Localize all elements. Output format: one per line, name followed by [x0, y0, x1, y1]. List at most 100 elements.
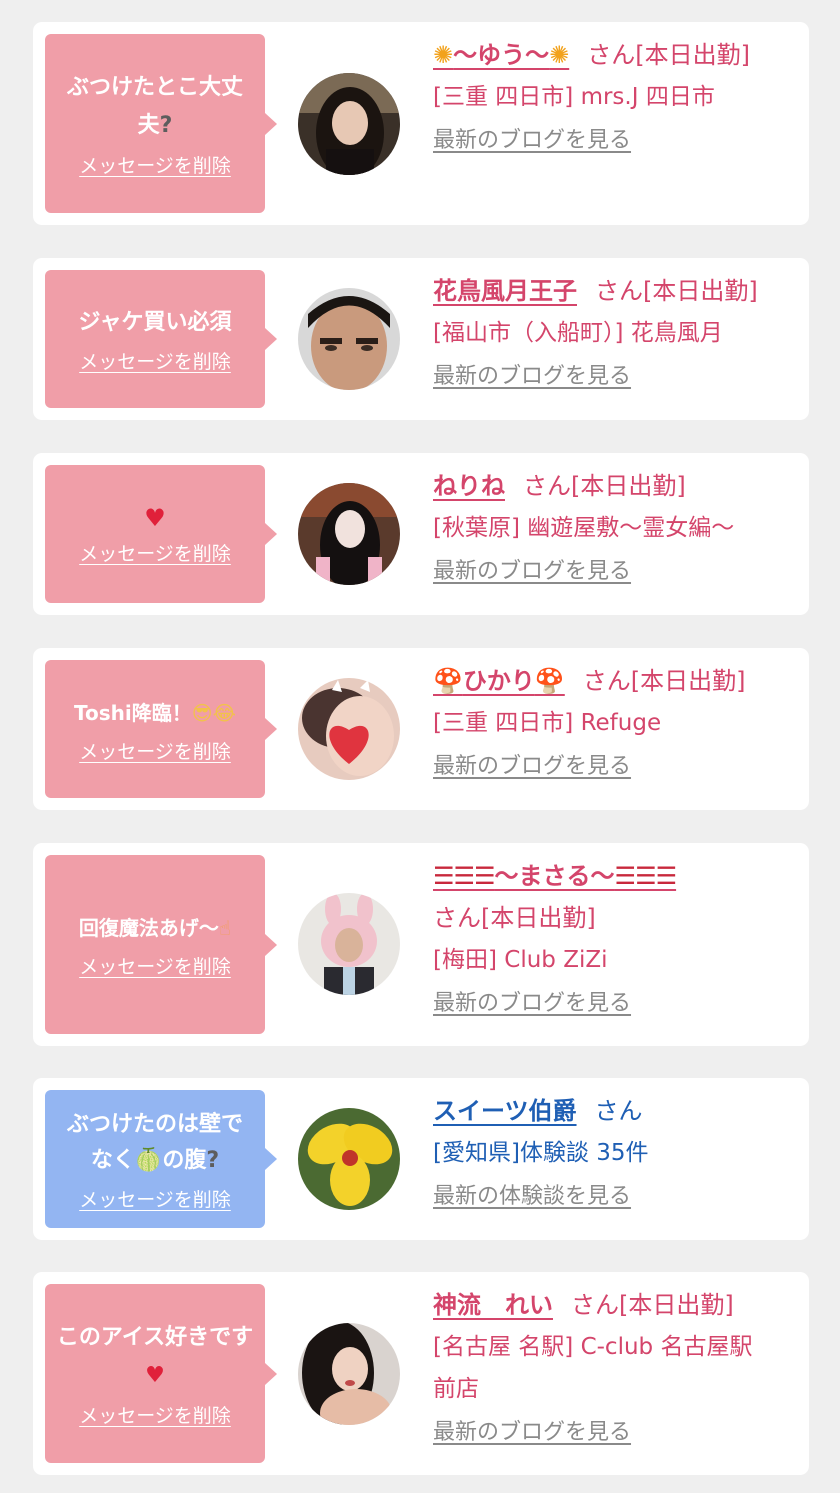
bubble-text: の腹: [162, 1147, 207, 1173]
pointing-finger-icon: ☝: [218, 916, 232, 940]
view-blog-link[interactable]: 最新のブログを見る: [433, 124, 631, 158]
message-card: 回復魔法あげ〜☝ メッセージを削除 ☰☰☰〜まさる〜☰☰☰ さん[本日出勤] […: [33, 843, 809, 1046]
avatar-image: [298, 288, 400, 390]
attendance-status: さん[本日出勤]: [582, 667, 746, 695]
name-line: 神流 れい さん[本日出勤]: [433, 1284, 803, 1326]
message-bubble: ぶつけたのは壁で なく🍈の腹? メッセージを削除: [45, 1090, 277, 1228]
avatar-image: [298, 1108, 400, 1210]
message-list: ぶつけたとこ大丈夫? メッセージを削除 ✺〜ゆう〜✺ さん[本日出勤] [三重 四…: [0, 0, 840, 1493]
message-bubble: ♥ メッセージを削除: [45, 465, 277, 603]
shop-info-continued: 前店: [433, 1376, 479, 1402]
avatar[interactable]: [298, 1323, 400, 1425]
view-blog-link[interactable]: 最新のブログを見る: [433, 750, 631, 784]
message-card: Toshi降臨！😎😂 メッセージを削除 🍄ひかり🍄 さん[本日出勤] [三重 四日…: [33, 648, 809, 810]
thai-flag-icon: ☰☰☰: [433, 862, 496, 890]
bubble-text: ぶつけたのは壁で: [66, 1111, 243, 1137]
shop-info: [名古屋 名駅] C-club 名古屋駅: [433, 1334, 753, 1360]
attendance-status: さん[本日出勤]: [571, 1291, 734, 1319]
thai-flag-icon: ☰☰☰: [614, 862, 678, 890]
bubble-text: なく: [90, 1147, 135, 1173]
bubble-message: ジャケ買い必須: [78, 309, 232, 335]
bubble-message: 回復魔法あげ〜☝: [79, 910, 231, 946]
message-bubble: 回復魔法あげ〜☝ メッセージを削除: [45, 855, 277, 1034]
delete-message-link[interactable]: メッセージを削除: [79, 151, 231, 178]
bubble-message: このアイス好きです ♥: [55, 1319, 255, 1395]
avatar[interactable]: [298, 73, 400, 175]
flower-icon: ✺: [433, 41, 454, 69]
attendance-status: さん[本日出勤]: [587, 41, 750, 69]
name-line: スイーツ伯爵 さん: [433, 1090, 803, 1132]
sender-name: 〜ゆう〜: [453, 41, 550, 69]
sender-info: 神流 れい さん[本日出勤] [名古屋 名駅] C-club 名古屋駅 前店 最新…: [433, 1284, 803, 1450]
sender-info: スイーツ伯爵 さん [愛知県]体験談 35件 最新の体験談を見る: [433, 1090, 803, 1214]
delete-message-link[interactable]: メッセージを削除: [79, 1401, 231, 1428]
avatar-image: [298, 1323, 400, 1425]
shop-info: [梅田] Club ZiZi: [433, 947, 608, 973]
shop-info: [福山市（入船町）] 花鳥風月: [433, 320, 723, 346]
bubble-message: ぶつけたのは壁で なく🍈の腹?: [67, 1107, 243, 1179]
sender-name-link[interactable]: 🍄ひかり🍄: [433, 667, 565, 695]
name-line: ☰☰☰〜まさる〜☰☰☰: [433, 855, 803, 897]
flower-icon: ✺: [549, 41, 570, 69]
delete-message-link[interactable]: メッセージを削除: [79, 952, 231, 979]
delete-message-link[interactable]: メッセージを削除: [79, 737, 231, 764]
bubble-text: Toshi降臨！: [74, 700, 192, 725]
mushroom-icon: 🍄: [534, 667, 565, 695]
shop-info: [秋葉原] 幽遊屋敷〜霊女編〜: [433, 515, 735, 541]
shop-info: [愛知県]体験談 35件: [433, 1140, 649, 1166]
sender-name-link[interactable]: スイーツ伯爵: [433, 1097, 577, 1125]
sender-name-link[interactable]: 花鳥風月王子: [433, 277, 577, 305]
delete-message-link[interactable]: メッセージを削除: [79, 1185, 231, 1212]
view-blog-link[interactable]: 最新のブログを見る: [433, 987, 631, 1021]
delete-message-link[interactable]: メッセージを削除: [79, 347, 231, 374]
sender-name: ひかり: [462, 667, 535, 695]
avatar[interactable]: [298, 678, 400, 780]
avatar[interactable]: [298, 483, 400, 585]
bubble-message: ぶつけたとこ大丈夫?: [55, 69, 255, 145]
question-mark-icon: ?: [159, 113, 173, 138]
sender-name: 〜まさる〜: [494, 862, 615, 890]
mushroom-icon: 🍄: [433, 667, 463, 695]
avatar-image: [298, 483, 400, 585]
shop-info: [三重 四日市] Refuge: [433, 710, 662, 736]
attendance-status: さん[本日出勤]: [523, 472, 686, 500]
message-card: このアイス好きです ♥ メッセージを削除 神流 れい さん[本日出勤] [名古屋 名…: [33, 1272, 809, 1475]
view-reviews-link[interactable]: 最新の体験談を見る: [433, 1180, 631, 1214]
sender-info: ☰☰☰〜まさる〜☰☰☰ さん[本日出勤] [梅田] Club ZiZi 最新のブ…: [433, 855, 803, 1021]
avatar[interactable]: [298, 288, 400, 390]
view-blog-link[interactable]: 最新のブログを見る: [433, 555, 631, 589]
attendance-status: さん[本日出勤]: [595, 277, 758, 305]
sender-name-link[interactable]: ねりね: [433, 472, 505, 500]
bubble-text: ぶつけたとこ大丈夫: [66, 75, 243, 138]
sender-info: ねりね さん[本日出勤] [秋葉原] 幽遊屋敷〜霊女編〜 最新のブログを見る: [433, 465, 803, 589]
bubble-text: 回復魔法あげ〜: [78, 916, 219, 940]
bubble-message: Toshi降臨！😎😂: [74, 695, 236, 731]
sender-info: ✺〜ゆう〜✺ さん[本日出勤] [三重 四日市] mrs.J 四日市 最新のブログ…: [433, 34, 803, 158]
sender-info: 花鳥風月王子 さん[本日出勤] [福山市（入船町）] 花鳥風月 最新のブログを見る: [433, 270, 803, 394]
avatar-image: [298, 678, 400, 780]
message-card: ぶつけたのは壁で なく🍈の腹? メッセージを削除 スイーツ伯爵 さん [愛知県]体…: [33, 1078, 809, 1240]
question-mark-icon: ?: [206, 1147, 220, 1173]
view-blog-link[interactable]: 最新のブログを見る: [433, 1416, 631, 1450]
attendance-status: さん: [594, 1097, 643, 1125]
delete-message-link[interactable]: メッセージを削除: [79, 539, 231, 566]
sender-name-link[interactable]: 神流 れい: [433, 1291, 553, 1319]
attendance-status: さん[本日出勤]: [433, 904, 596, 932]
heart-icon: ♥: [145, 1363, 165, 1388]
view-blog-link[interactable]: 最新のブログを見る: [433, 360, 631, 394]
name-line: 🍄ひかり🍄 さん[本日出勤]: [433, 660, 803, 702]
avatar[interactable]: [298, 1108, 400, 1210]
melon-icon: 🍈: [134, 1147, 163, 1173]
sender-name-link[interactable]: ☰☰☰〜まさる〜☰☰☰: [433, 862, 678, 890]
sunglasses-laughing-emoji-icon: 😎😂: [191, 700, 236, 725]
message-card: ジャケ買い必須 メッセージを削除 花鳥風月王子 さん[本日出勤] [福山市（入船町…: [33, 258, 809, 420]
bubble-text: このアイス好きです: [56, 1325, 254, 1350]
message-card: ♥ メッセージを削除 ねりね さん[本日出勤] [秋葉原] 幽遊屋敷〜霊女編〜 最…: [33, 453, 809, 615]
avatar[interactable]: [298, 893, 400, 995]
name-line: ✺〜ゆう〜✺ さん[本日出勤]: [433, 34, 803, 76]
sender-name-link[interactable]: ✺〜ゆう〜✺: [433, 41, 569, 69]
name-line: 花鳥風月王子 さん[本日出勤]: [433, 270, 803, 312]
message-card: ぶつけたとこ大丈夫? メッセージを削除 ✺〜ゆう〜✺ さん[本日出勤] [三重 四…: [33, 22, 809, 225]
message-bubble: ジャケ買い必須 メッセージを削除: [45, 270, 277, 408]
shop-info: [三重 四日市] mrs.J 四日市: [433, 84, 715, 110]
